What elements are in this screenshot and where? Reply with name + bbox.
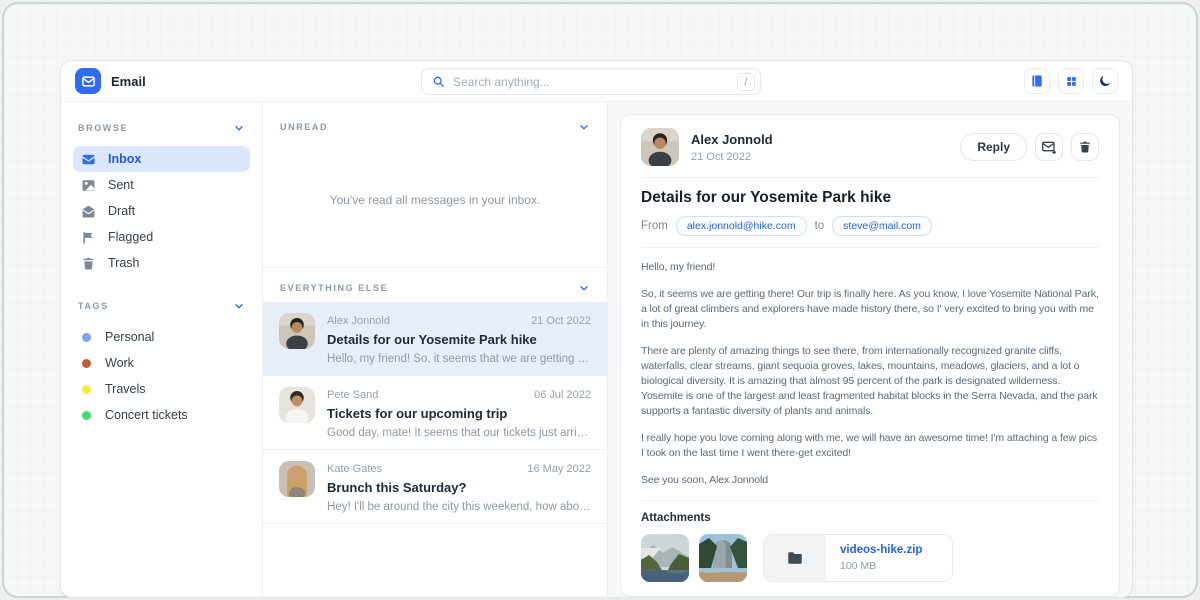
detail-subject: Details for our Yosemite Park hike (641, 189, 1099, 207)
divider (641, 247, 1099, 248)
body-paragraph: See you soon, Alex Jonnold (641, 473, 1099, 488)
tag-color-dot (82, 359, 91, 368)
email-preview: Hello, my friend! So, it seems that we a… (327, 353, 591, 365)
unread-empty-message: You've read all messages in your inbox. (263, 141, 607, 267)
message-list: UNREAD You've read all messages in your … (263, 102, 608, 597)
email-list-item[interactable]: Pete Sand 06 Jul 2022 Tickets for our up… (263, 376, 607, 450)
sidebar-item-label: Inbox (108, 152, 141, 166)
email-subject: Details for our Yosemite Park hike (327, 332, 591, 347)
to-label: to (815, 220, 825, 232)
dark-mode-toggle-button[interactable] (1092, 68, 1118, 94)
sidebar-item-inbox[interactable]: Inbox (73, 146, 250, 172)
email-date: 21 Oct 2022 (531, 315, 591, 327)
inbox-envelope-icon (81, 152, 96, 167)
email-app-window: Email / BROWSE (60, 60, 1133, 598)
email-sender: Alex Jonnold (327, 315, 390, 327)
email-subject: Brunch this Saturday? (327, 480, 591, 495)
detail-date: 21 Oct 2022 (691, 151, 773, 163)
tag-item-concert-tickets[interactable]: Concert tickets (73, 402, 250, 428)
sidebar-item-label: Trash (108, 256, 140, 270)
avatar (279, 387, 315, 423)
email-date: 06 Jul 2022 (534, 389, 591, 401)
email-body: Hello, my friend! So, it seems we are ge… (641, 260, 1099, 488)
reply-button[interactable]: Reply (960, 133, 1027, 161)
avatar (279, 313, 315, 349)
email-preview: Good day, mate! It seems that our ticket… (327, 427, 591, 439)
tag-item-work[interactable]: Work (73, 350, 250, 376)
unread-section-label: UNREAD (280, 122, 328, 132)
attachment-file-size: 100 MB (840, 560, 922, 572)
email-logo-icon (75, 68, 101, 94)
email-date: 16 May 2022 (527, 463, 591, 475)
body-paragraph: There are plenty of amazing things to se… (641, 344, 1099, 419)
body-paragraph: So, it seems we are getting there! Our t… (641, 287, 1099, 332)
search-shortcut-key: / (737, 73, 755, 91)
divider (641, 177, 1099, 178)
delete-email-button[interactable] (1071, 133, 1099, 161)
draft-open-mail-icon (81, 204, 96, 219)
browse-section-label: BROWSE (78, 123, 128, 133)
tag-item-personal[interactable]: Personal (73, 324, 250, 350)
body-paragraph: I really hope you love coming along with… (641, 431, 1099, 461)
sidebar-item-trash[interactable]: Trash (73, 250, 250, 276)
avatar (279, 461, 315, 497)
search-icon (432, 75, 445, 88)
detail-sender-name: Alex Jonnold (691, 132, 773, 147)
from-email-chip[interactable]: alex.jonnold@hike.com (676, 216, 807, 236)
attachment-image-yosemite-valley[interactable] (641, 534, 689, 582)
app-brand: Email (75, 68, 146, 94)
email-detail-card: Alex Jonnold 21 Oct 2022 Reply De (620, 114, 1120, 597)
folder-icon (764, 535, 826, 581)
search-bar[interactable]: / (421, 68, 761, 95)
from-label: From (641, 220, 668, 232)
sidebar-item-label: Draft (108, 204, 135, 218)
app-title: Email (111, 74, 146, 89)
tag-color-dot (82, 411, 91, 420)
attachments-label: Attachments (641, 512, 1099, 524)
sent-icon (81, 178, 96, 193)
trash-icon (81, 256, 96, 271)
tag-label: Concert tickets (105, 408, 188, 422)
divider (641, 500, 1099, 501)
tags-section-label: TAGS (78, 301, 109, 311)
sidebar-item-sent[interactable]: Sent (73, 172, 250, 198)
unread-collapse-chevron-icon[interactable] (578, 121, 590, 133)
contacts-book-button[interactable] (1024, 68, 1050, 94)
email-sender: Pete Sand (327, 389, 378, 401)
attachment-image-half-dome[interactable] (699, 534, 747, 582)
browse-collapse-chevron-icon[interactable] (233, 122, 245, 134)
email-sender: Kate Gates (327, 463, 382, 475)
attachment-file-card[interactable]: videos-hike.zip 100 MB (763, 534, 953, 582)
email-list-item[interactable]: Alex Jonnold 21 Oct 2022 Details for our… (263, 302, 607, 376)
everything-else-section-label: EVERYTHING ELSE (280, 283, 388, 293)
everything-else-collapse-chevron-icon[interactable] (578, 282, 590, 294)
flag-icon (81, 230, 96, 245)
tags-collapse-chevron-icon[interactable] (233, 300, 245, 312)
email-list-item[interactable]: Kate Gates 16 May 2022 Brunch this Satur… (263, 450, 607, 524)
tag-label: Work (105, 356, 134, 370)
sidebar-item-flagged[interactable]: Flagged (73, 224, 250, 250)
tag-color-dot (82, 385, 91, 394)
email-subject: Tickets for our upcoming trip (327, 406, 591, 421)
tag-label: Travels (105, 382, 146, 396)
tag-item-travels[interactable]: Travels (73, 376, 250, 402)
attachment-file-name: videos-hike.zip (840, 544, 922, 556)
sidebar-item-draft[interactable]: Draft (73, 198, 250, 224)
search-input[interactable] (453, 75, 729, 89)
forward-mail-button[interactable] (1035, 133, 1063, 161)
tag-label: Personal (105, 330, 154, 344)
email-preview: Hey! I'll be around the city this weeken… (327, 501, 591, 513)
sidebar-item-label: Flagged (108, 230, 153, 244)
to-email-chip[interactable]: steve@mail.com (832, 216, 932, 236)
reading-pane: Alex Jonnold 21 Oct 2022 Reply De (608, 102, 1132, 597)
tag-color-dot (82, 333, 91, 342)
avatar (641, 128, 679, 166)
sidebar: BROWSE Inbox Sent Draft Flagged (61, 102, 263, 597)
app-header: Email / (61, 61, 1132, 102)
header-actions (1024, 68, 1118, 94)
sidebar-item-label: Sent (108, 178, 134, 192)
body-paragraph: Hello, my friend! (641, 260, 1099, 275)
apps-grid-button[interactable] (1058, 68, 1084, 94)
